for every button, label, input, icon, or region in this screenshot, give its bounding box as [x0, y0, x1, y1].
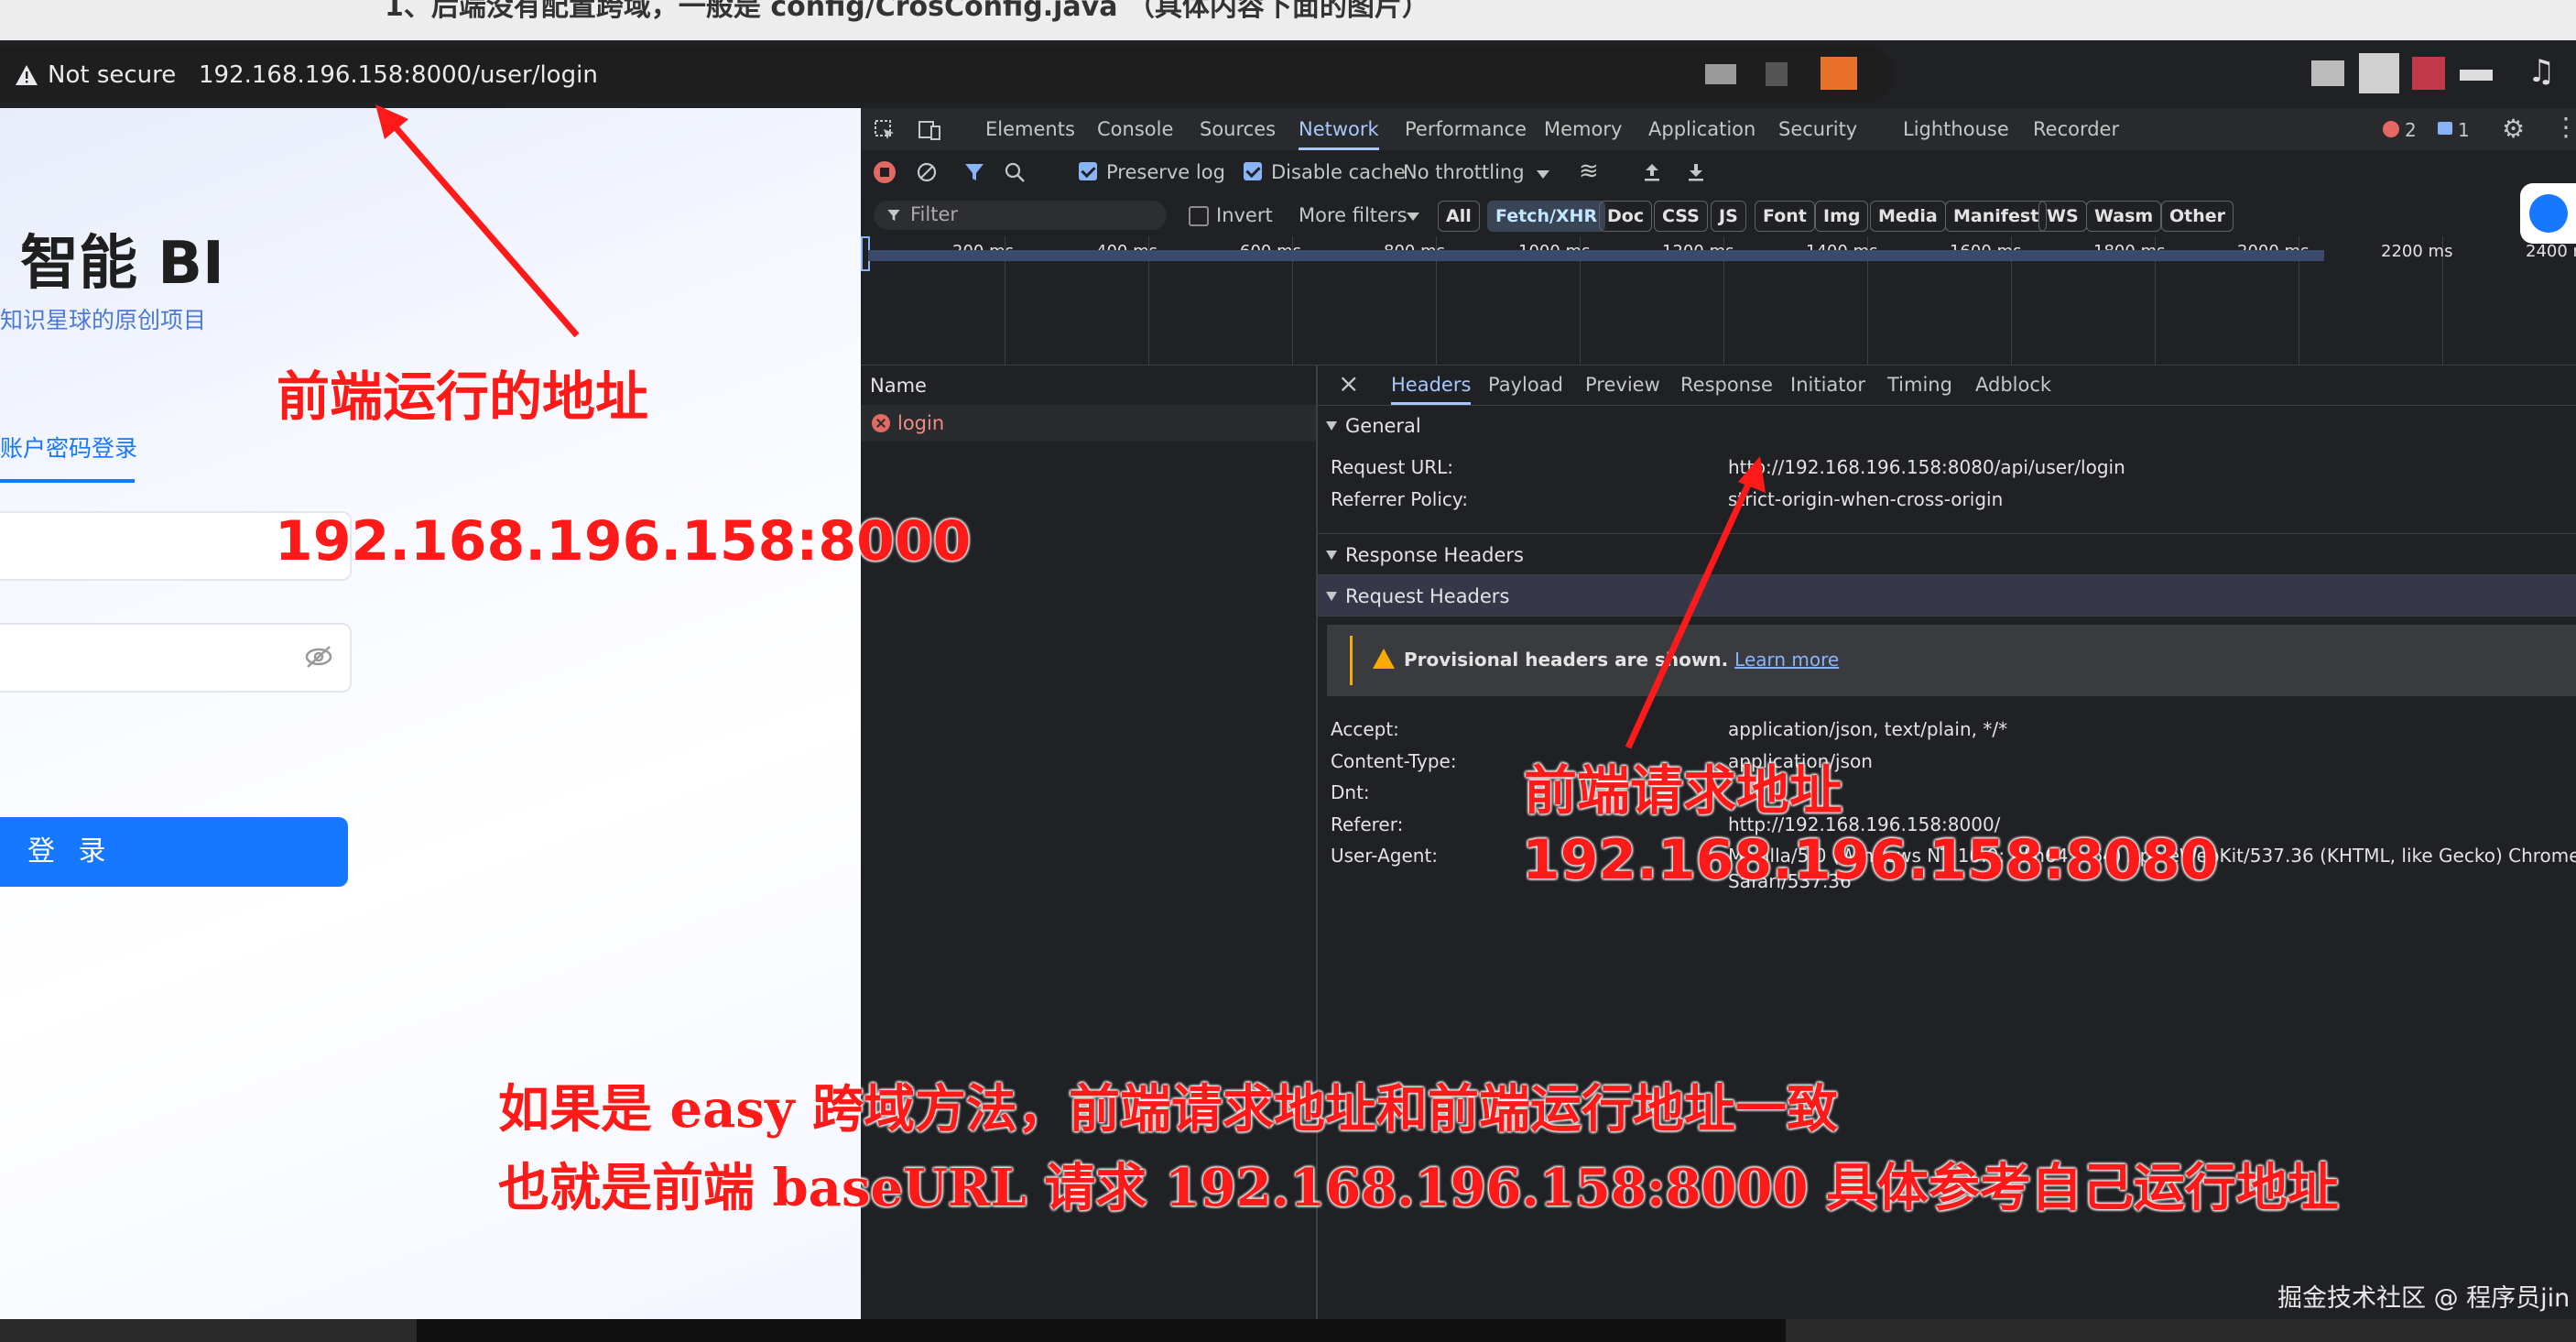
annotation-frontend-req: 前端请求地址	[1524, 759, 1843, 822]
annotation-note-line1: 如果是 easy 跨域方法，前端请求地址和前端运行地址一致	[498, 1079, 1838, 1140]
annotation-frontend-run: 前端运行的地址	[277, 366, 649, 428]
bottom-strip	[0, 1319, 2576, 1342]
arrow-to-request-url	[1625, 473, 1756, 749]
arrow-head	[1738, 456, 1766, 493]
watermark: 掘金技术社区 @ 程序员jin	[2277, 1284, 2571, 1313]
annotation-note-line2: 也就是前端 baseURL 请求 192.168.196.158:8000 具体…	[498, 1158, 2339, 1218]
annotation-frontend-run-addr: 192.168.196.158:8000	[275, 509, 972, 573]
arrow-to-url	[386, 116, 580, 338]
annotation-frontend-req-addr: 192.168.196.158:8080	[1522, 828, 2219, 892]
